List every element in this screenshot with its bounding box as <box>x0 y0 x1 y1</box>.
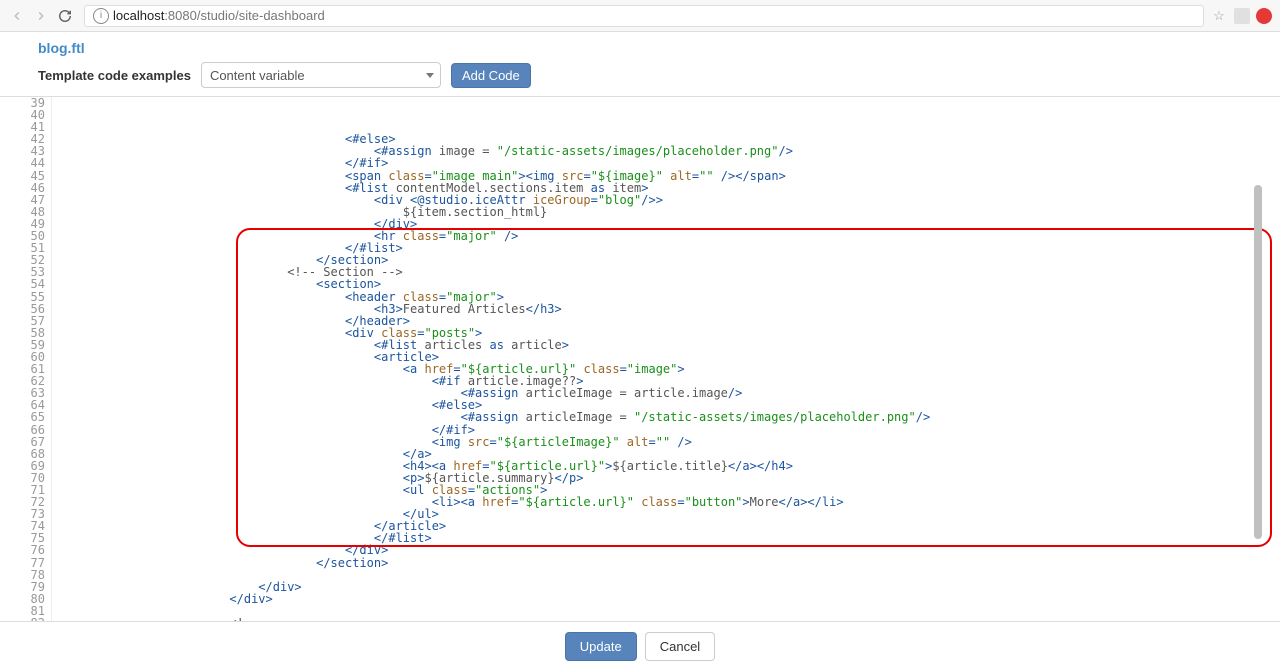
line-gutter: 3940414243444546474849505152535455565758… <box>0 97 52 621</box>
extension-red-icon[interactable] <box>1256 8 1272 24</box>
add-code-button[interactable]: Add Code <box>451 63 531 88</box>
filename: blog.ftl <box>38 40 1280 56</box>
editor-header: blog.ftl Template code examples Content … <box>0 32 1280 97</box>
info-icon[interactable]: i <box>93 8 109 24</box>
url-bar[interactable]: i localhost:8080/studio/site-dashboard <box>84 5 1204 27</box>
footer-actions: Update Cancel <box>0 621 1280 671</box>
code-content[interactable]: <#else> <#assign image = "/static-assets… <box>52 97 1280 621</box>
vertical-scrollbar[interactable] <box>1254 32 1264 621</box>
extension-icon[interactable] <box>1234 8 1250 24</box>
forward-icon[interactable] <box>32 7 50 25</box>
cancel-button[interactable]: Cancel <box>645 632 715 661</box>
browser-toolbar: i localhost:8080/studio/site-dashboard ☆ <box>0 0 1280 32</box>
template-select[interactable]: Content variable <box>201 62 441 88</box>
editor-panel: blog.ftl Template code examples Content … <box>0 32 1280 621</box>
scrollbar-thumb[interactable] <box>1254 185 1262 538</box>
back-icon[interactable] <box>8 7 26 25</box>
url-text: localhost:8080/studio/site-dashboard <box>113 8 325 23</box>
bookmark-star-icon[interactable]: ☆ <box>1210 7 1228 25</box>
template-examples-label: Template code examples <box>38 68 191 83</box>
update-button[interactable]: Update <box>565 632 637 661</box>
reload-icon[interactable] <box>56 7 74 25</box>
code-editor[interactable]: 3940414243444546474849505152535455565758… <box>0 97 1280 621</box>
